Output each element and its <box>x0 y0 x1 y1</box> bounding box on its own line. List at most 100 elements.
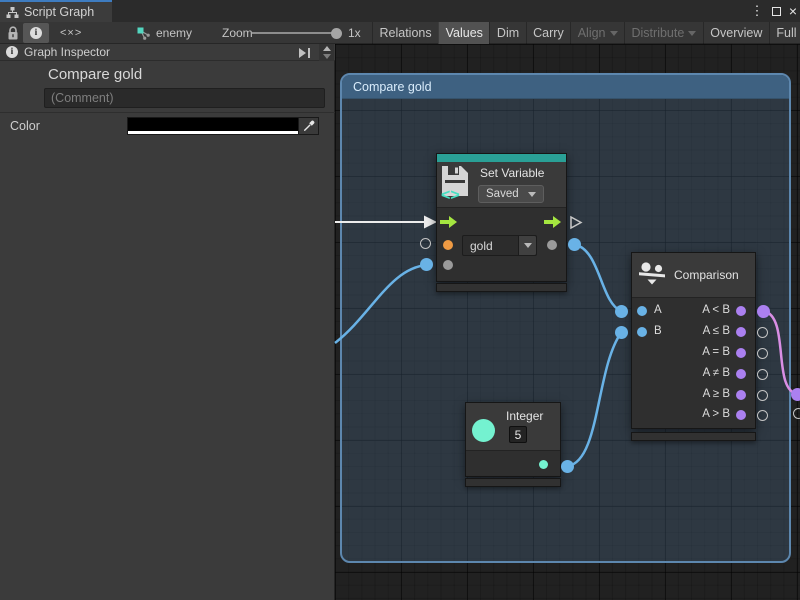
zoom-value: 1x <box>348 22 361 44</box>
comparison-title: Comparison <box>674 268 739 282</box>
svg-text:<>: <> <box>441 187 460 202</box>
port-a-input[interactable] <box>637 306 647 316</box>
overview-label: Overview <box>710 26 762 40</box>
port-a-ne-b-output[interactable] <box>736 369 746 379</box>
outer-port-unconnected[interactable] <box>757 390 768 401</box>
full-screen-label: Full Screen <box>776 26 800 40</box>
output-label-a-eq-b: A = B <box>660 346 730 358</box>
relations-label: Relations <box>380 26 432 40</box>
variable-kind-dropdown[interactable]: Saved <box>478 185 544 203</box>
comparison-icon <box>638 261 668 288</box>
values-label: Values <box>446 26 483 40</box>
flow-output-arrow[interactable] <box>544 215 561 229</box>
toolbar-buttons: Relations Values Dim Carry Align Distrib… <box>372 22 800 44</box>
comparison-footer <box>631 432 756 441</box>
outer-port-offscreen-connected[interactable] <box>791 388 800 401</box>
zoom-slider-handle[interactable] <box>331 28 342 39</box>
breadcrumb[interactable]: enemy <box>136 22 192 44</box>
set-variable-title: Set Variable <box>480 166 544 180</box>
output-label-a-lt-b: A < B <box>660 304 730 316</box>
panel-scroll-spinner <box>319 44 334 61</box>
port-b-input[interactable] <box>637 327 647 337</box>
unity-script-graph-window: Script Graph ⋮ × i <×> enemy Zoom 1x Rel… <box>0 0 800 600</box>
graph-inspector-title: Graph Inspector <box>24 45 110 59</box>
outer-port-unconnected[interactable] <box>757 348 768 359</box>
graph-asset-icon <box>136 26 151 41</box>
eyedropper-button[interactable] <box>298 118 318 134</box>
inspector-divider <box>0 112 335 113</box>
dim-button[interactable]: Dim <box>489 22 525 44</box>
carry-label: Carry <box>533 26 564 40</box>
dock-bar <box>308 48 311 58</box>
outer-port-a-lt-b-connected[interactable] <box>757 305 770 318</box>
window-menu-icon[interactable]: ⋮ <box>750 0 764 22</box>
graph-inspector-header[interactable]: i Graph Inspector <box>0 44 335 61</box>
color-value-area[interactable] <box>128 118 298 134</box>
scroll-down-icon[interactable] <box>323 54 331 59</box>
dock-panel-icon[interactable] <box>299 46 315 59</box>
port-a-eq-b-output[interactable] <box>736 348 746 358</box>
integer-value-input[interactable]: 5 <box>509 426 527 443</box>
outer-port-connected-input[interactable] <box>420 258 433 271</box>
port-value-input[interactable] <box>443 260 453 270</box>
flow-input-arrow[interactable] <box>440 215 457 229</box>
port-a-ge-b-output[interactable] <box>736 390 746 400</box>
color-swatch[interactable] <box>127 117 319 135</box>
outer-port-b-connected[interactable] <box>615 326 628 339</box>
inspected-graph-title: Compare gold <box>48 66 142 83</box>
chevron-down-icon <box>610 31 618 36</box>
script-graph-icon <box>6 6 19 19</box>
outer-port-offscreen-unconnected[interactable] <box>793 408 800 419</box>
info-icon: i <box>30 27 42 39</box>
port-integer-output[interactable] <box>539 460 548 469</box>
info-icon: i <box>6 46 18 58</box>
window-close-icon[interactable]: × <box>786 0 800 22</box>
comment-input[interactable]: (Comment) <box>44 88 325 108</box>
outer-port-unconnected[interactable] <box>420 238 431 249</box>
dropdown-button[interactable] <box>518 236 536 255</box>
port-a-gt-b-output[interactable] <box>736 410 746 420</box>
outer-port-integer-connected[interactable] <box>561 460 574 473</box>
set-variable-footer <box>436 283 567 292</box>
relations-button[interactable]: Relations <box>372 22 438 44</box>
tab-label: Script Graph <box>24 5 94 19</box>
integer-footer <box>465 478 561 487</box>
outer-port-connected-output[interactable] <box>568 238 581 251</box>
variable-accent-bar <box>437 154 566 162</box>
outer-port-unconnected[interactable] <box>757 410 768 421</box>
values-button[interactable]: Values <box>438 22 489 44</box>
dim-label: Dim <box>497 26 519 40</box>
carry-button[interactable]: Carry <box>526 22 571 44</box>
tab-script-graph[interactable]: Script Graph <box>0 0 112 22</box>
outer-port-a-connected[interactable] <box>615 305 628 318</box>
output-label-a-le-b: A ≤ B <box>660 325 730 337</box>
distribute-button[interactable]: Distribute <box>624 22 703 44</box>
chevron-down-icon <box>528 192 536 197</box>
port-variable-name-input[interactable] <box>443 240 453 250</box>
flow-output-unconnected-triangle[interactable] <box>569 215 583 230</box>
port-a-le-b-output[interactable] <box>736 327 746 337</box>
eyedropper-icon <box>303 120 315 132</box>
zoom-slider-track[interactable] <box>252 32 336 34</box>
group-header[interactable]: Compare gold <box>342 75 789 99</box>
code-view-icon[interactable]: <×> <box>60 22 82 44</box>
outer-port-unconnected[interactable] <box>757 327 768 338</box>
scroll-up-icon[interactable] <box>323 46 331 51</box>
port-a-lt-b-output[interactable] <box>736 306 746 316</box>
outer-port-unconnected[interactable] <box>757 369 768 380</box>
zoom-label: Zoom <box>222 22 253 44</box>
chevron-down-icon <box>688 31 696 36</box>
alpha-bar <box>128 131 298 134</box>
align-button[interactable]: Align <box>570 22 624 44</box>
lock-icon[interactable] <box>5 24 21 42</box>
output-label-a-ne-b: A ≠ B <box>660 367 730 379</box>
output-label-a-gt-b: A > B <box>660 408 730 420</box>
distribute-label: Distribute <box>632 26 685 40</box>
variable-name-value: gold <box>463 236 518 255</box>
port-value-output[interactable] <box>547 240 557 250</box>
window-maximize-icon[interactable] <box>768 0 784 22</box>
overview-button[interactable]: Overview <box>703 22 769 44</box>
inspector-toggle-button[interactable]: i <box>23 23 49 43</box>
full-screen-button[interactable]: Full Screen <box>769 22 800 44</box>
variable-name-dropdown[interactable]: gold <box>462 235 537 256</box>
